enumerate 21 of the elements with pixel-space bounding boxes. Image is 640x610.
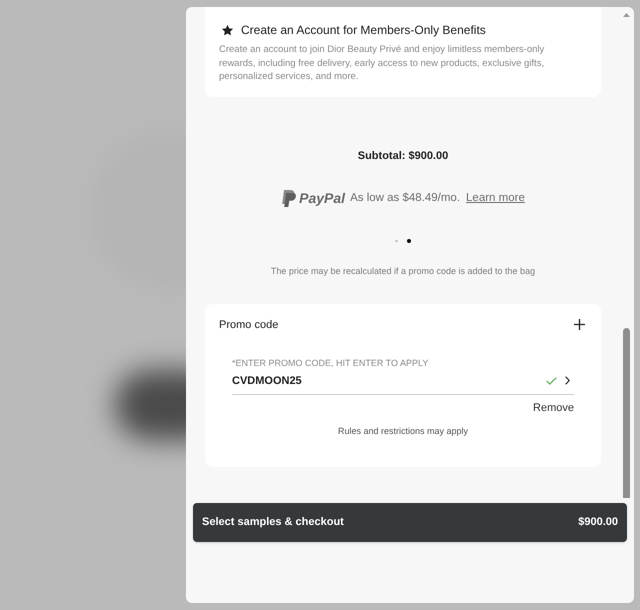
paypal-wordmark: PayPal — [299, 190, 346, 206]
subtotal-text: Subtotal: $900.00 — [358, 148, 448, 162]
chevron-right-icon[interactable] — [565, 376, 570, 385]
promo-title: Promo code — [219, 318, 278, 332]
plus-icon[interactable] — [574, 319, 585, 330]
learn-more-link[interactable]: Learn more — [466, 191, 525, 205]
account-description: Create an account to join Dior Beauty Privé and enjoy limitless members-only rewards, including free delivery, early access to new products, exclusive gifts, personalized services, and more. — [219, 43, 546, 84]
star-icon — [221, 24, 234, 36]
account-title: Create an Account for Members-Only Benefits — [241, 22, 486, 38]
checkout-price: $900.00 — [578, 515, 618, 529]
paypal-logo-icon — [281, 190, 296, 206]
scrollbar-thumb[interactable] — [623, 328, 630, 498]
checkout-label: Select samples & checkout — [202, 515, 344, 529]
checkout-button[interactable]: Select samples & checkout $900.00 — [193, 502, 627, 542]
rules-note: Rules and restrictions may apply — [338, 424, 468, 436]
promo-field-label: *ENTER PROMO CODE, HIT ENTER TO APPLY — [232, 358, 430, 368]
remove-button[interactable]: Remove — [533, 400, 574, 414]
promo-code-field[interactable]: CVDMOON25 — [232, 374, 574, 394]
scroll-up-arrow-icon[interactable] — [623, 13, 630, 17]
installment-text: As low as $48.49/mo. — [350, 191, 460, 205]
price-note: The price may be recalculated if a promo code is added to the bag — [270, 264, 536, 276]
